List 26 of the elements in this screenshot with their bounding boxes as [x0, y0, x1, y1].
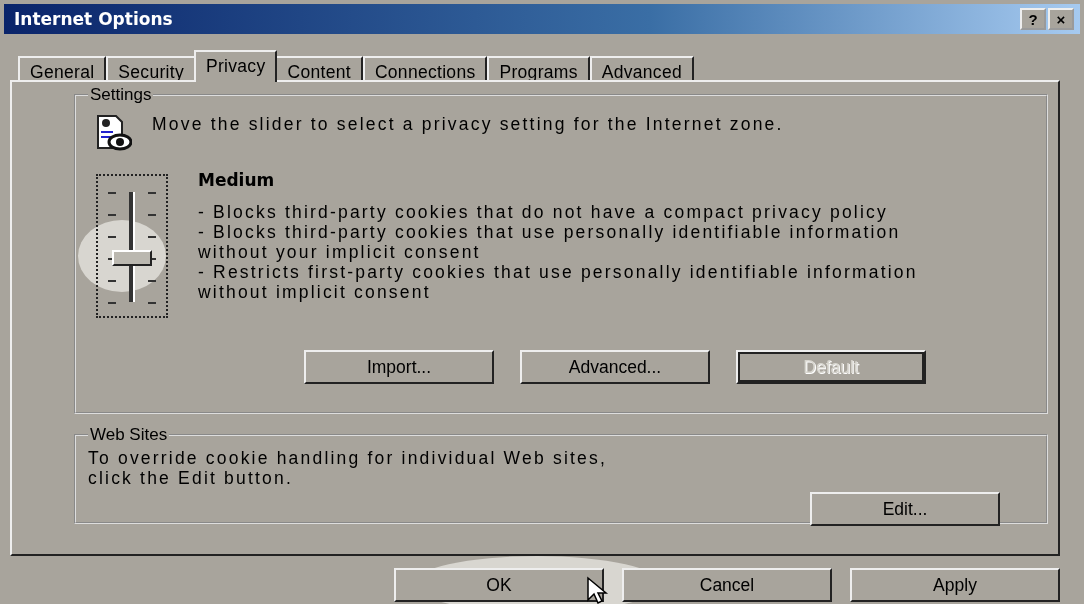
import-button[interactable]: Import... — [304, 350, 494, 384]
tab[interactable]: Privacy — [194, 50, 278, 82]
window-title: Internet Options — [14, 9, 173, 29]
tab[interactable]: Content — [275, 56, 363, 82]
group-title: Settings — [88, 85, 154, 105]
ok-button[interactable]: OK — [394, 568, 604, 602]
apply-button[interactable]: Apply — [850, 568, 1060, 602]
level-description: - Restricts first-party cookies that use personally identifiable information without implicit consent — [198, 262, 919, 302]
tab[interactable]: Security — [106, 56, 196, 82]
cancel-button[interactable]: Cancel — [622, 568, 832, 602]
tab[interactable]: Connections — [362, 56, 488, 82]
help-button[interactable]: ? — [1020, 8, 1046, 30]
close-button[interactable]: × — [1048, 8, 1074, 30]
privacy-eye-icon — [96, 114, 132, 152]
level-name: Medium — [198, 170, 275, 190]
level-description: - Blocks third-party cookies that do not have a compact privacy policy — [198, 202, 889, 222]
tab[interactable]: General — [18, 56, 107, 82]
tab[interactable]: Advanced — [589, 56, 694, 82]
level-description: - Blocks third-party cookies that use personally identifiable information without your implicit consent — [198, 222, 902, 262]
tab[interactable]: Programs — [487, 56, 590, 82]
web-sites-text: To override cookie handling for individual Web sites, click the Edit button. — [88, 448, 608, 488]
edit-button[interactable]: Edit... — [810, 492, 1000, 526]
intro-text: Move the slider to select a privacy setting for the Internet zone. — [152, 114, 785, 134]
privacy-slider[interactable] — [96, 174, 168, 318]
advanced-button[interactable]: Advanced... — [520, 350, 710, 384]
cursor-icon — [586, 576, 610, 604]
